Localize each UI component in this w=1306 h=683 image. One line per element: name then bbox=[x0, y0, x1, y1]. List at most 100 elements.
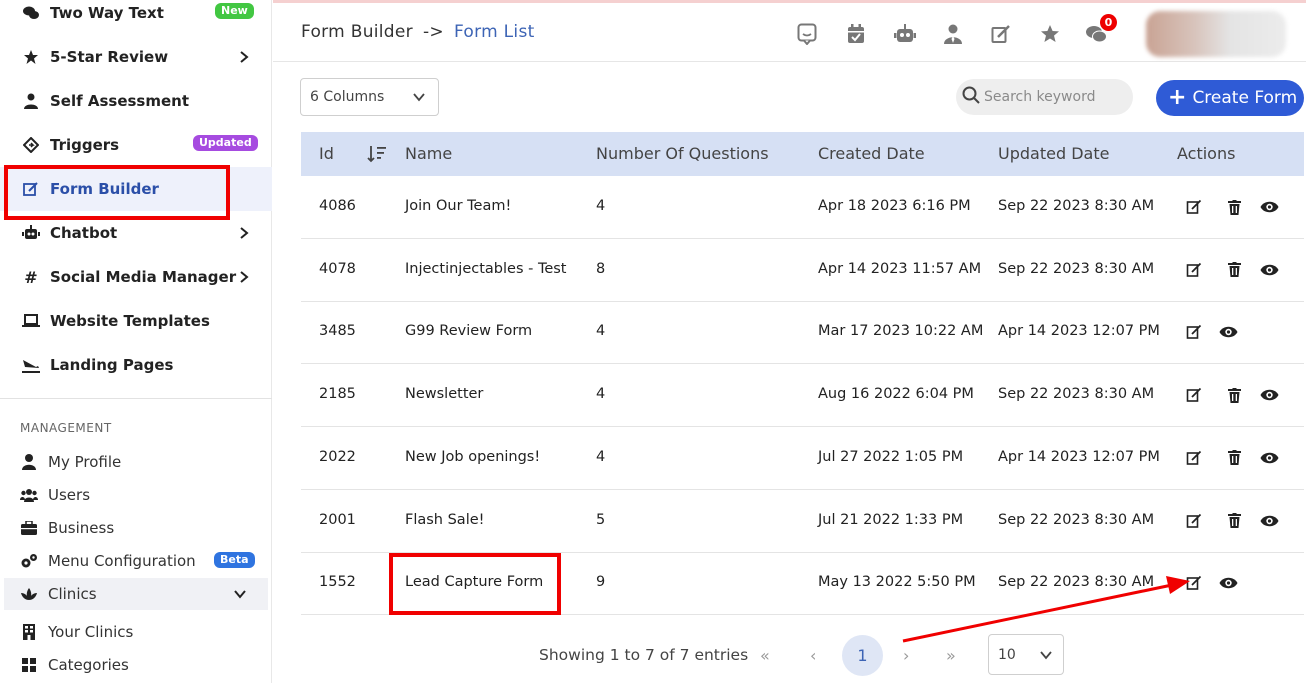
cell-updated: Apr 14 2023 12:07 PM bbox=[998, 448, 1160, 465]
first-page-icon[interactable]: « bbox=[760, 646, 770, 665]
edit-icon[interactable] bbox=[990, 23, 1012, 45]
prev-page-icon[interactable]: ‹ bbox=[810, 646, 816, 665]
eye-icon[interactable] bbox=[1218, 574, 1238, 592]
sidebar-item-label: Website Templates bbox=[50, 312, 210, 330]
cell-updated: Sep 22 2023 8:30 AM bbox=[998, 198, 1155, 214]
cell-id: 1552 bbox=[319, 574, 356, 591]
laptop-icon bbox=[20, 312, 42, 330]
columns-select[interactable]: 6 Columns bbox=[300, 78, 439, 116]
diamond-arrow-icon bbox=[20, 136, 42, 154]
sidebar-item-label: Clinics bbox=[48, 585, 97, 603]
table-header: Id Name Number Of Questions Created Date… bbox=[301, 132, 1304, 176]
sidebar-item-label: Menu Configuration bbox=[48, 552, 196, 570]
eye-icon[interactable] bbox=[1259, 386, 1279, 404]
calendar-check-icon[interactable] bbox=[845, 23, 867, 45]
sidebar-item-label: Categories bbox=[48, 656, 129, 674]
sidebar-item-label: Self Assessment bbox=[50, 92, 190, 110]
edit-icon[interactable] bbox=[1185, 261, 1203, 279]
next-page-icon[interactable]: › bbox=[903, 646, 909, 665]
robot-icon[interactable] bbox=[894, 23, 916, 45]
cell-name: Join Our Team! bbox=[405, 198, 512, 214]
cell-questions: 4 bbox=[596, 323, 606, 340]
updated-badge: Updated bbox=[193, 135, 258, 151]
notification-badge: 0 bbox=[1100, 14, 1117, 31]
beta-badge: Beta bbox=[214, 552, 255, 568]
trash-icon[interactable] bbox=[1225, 449, 1243, 467]
sidebar: Two Way Text New 5-Star Review Self Asse… bbox=[0, 0, 272, 683]
sidebar-item-business[interactable]: Business bbox=[0, 512, 272, 544]
sidebar-item-your-clinics[interactable]: Your Clinics bbox=[0, 616, 272, 648]
edit-icon[interactable] bbox=[1185, 386, 1203, 404]
trash-icon[interactable] bbox=[1225, 386, 1243, 404]
column-header-id[interactable]: Id bbox=[319, 144, 334, 163]
search-input[interactable] bbox=[984, 89, 1124, 105]
cell-id: 3485 bbox=[319, 323, 356, 340]
grid-icon bbox=[20, 657, 38, 673]
breadcrumb-parent[interactable]: Form Builder bbox=[301, 22, 413, 42]
sidebar-item-landing-pages[interactable]: Landing Pages bbox=[0, 343, 272, 387]
lotus-icon bbox=[20, 586, 38, 602]
user-tie-icon[interactable] bbox=[942, 23, 964, 45]
eye-icon[interactable] bbox=[1259, 449, 1279, 467]
breadcrumb-current: Form List bbox=[453, 22, 535, 42]
page-size-select[interactable]: 10 bbox=[988, 634, 1064, 675]
cell-id: 4086 bbox=[319, 198, 356, 214]
sidebar-item-label: 5-Star Review bbox=[50, 48, 169, 66]
sidebar-item-categories[interactable]: Categories bbox=[0, 649, 272, 681]
hashtag-icon: # bbox=[24, 267, 38, 287]
user-tie-icon bbox=[20, 92, 42, 110]
column-header-created[interactable]: Created Date bbox=[818, 144, 925, 163]
sidebar-item-label: Two Way Text bbox=[50, 4, 164, 22]
chevron-right-icon bbox=[236, 49, 252, 65]
cell-created: Apr 18 2023 6:16 PM bbox=[818, 198, 971, 214]
user-avatar[interactable] bbox=[1146, 11, 1286, 57]
edit-icon[interactable] bbox=[1185, 512, 1203, 530]
sidebar-item-clinics[interactable]: Clinics bbox=[4, 578, 268, 610]
edit-icon[interactable] bbox=[1185, 449, 1203, 467]
sidebar-item-label: Landing Pages bbox=[50, 356, 174, 374]
eye-icon[interactable] bbox=[1259, 198, 1279, 216]
eye-icon[interactable] bbox=[1259, 512, 1279, 530]
sort-icon[interactable] bbox=[367, 145, 387, 167]
edit-icon[interactable] bbox=[1185, 198, 1203, 216]
column-header-name[interactable]: Name bbox=[405, 144, 452, 163]
sidebar-item-users[interactable]: Users bbox=[0, 479, 272, 511]
sidebar-item-5-star-review[interactable]: 5-Star Review bbox=[0, 35, 272, 79]
column-header-questions[interactable]: Number Of Questions bbox=[596, 144, 769, 163]
trash-icon[interactable] bbox=[1225, 261, 1243, 279]
sidebar-item-website-templates[interactable]: Website Templates bbox=[0, 299, 272, 343]
table-row: 2001 Flash Sale! 5 Jul 21 2022 1:33 PM Sep 2… bbox=[301, 490, 1304, 553]
trash-icon[interactable] bbox=[1225, 198, 1243, 216]
chevron-down-icon bbox=[232, 586, 248, 606]
create-form-label: Create Form bbox=[1192, 88, 1298, 108]
star-gear-icon bbox=[20, 48, 42, 66]
top-bar: Form Builder -> Form List 0 bbox=[273, 0, 1306, 62]
sidebar-item-my-profile[interactable]: My Profile bbox=[0, 446, 272, 478]
table-row: 3485 G99 Review Form 4 Mar 17 2023 10:22 AM… bbox=[301, 301, 1304, 365]
chevron-right-icon bbox=[236, 225, 252, 241]
last-page-icon[interactable]: » bbox=[946, 646, 956, 665]
management-section-title: MANAGEMENT bbox=[20, 421, 112, 435]
sidebar-item-social-media-manager[interactable]: # Social Media Manager bbox=[0, 255, 272, 299]
chat-bubbles-icon bbox=[20, 4, 42, 22]
building-icon bbox=[20, 624, 38, 640]
message-icon[interactable] bbox=[796, 23, 818, 45]
sidebar-item-self-assessment[interactable]: Self Assessment bbox=[0, 79, 272, 123]
table-row: 2185 Newsletter 4 Aug 16 2022 6:04 PM Sep 22… bbox=[301, 364, 1304, 428]
page-button-current[interactable]: 1 bbox=[842, 635, 883, 676]
column-header-updated[interactable]: Updated Date bbox=[998, 144, 1109, 163]
sidebar-item-label: Chatbot bbox=[50, 224, 118, 242]
cell-created: Apr 14 2023 11:57 AM bbox=[818, 260, 982, 277]
edit-icon[interactable] bbox=[1185, 323, 1203, 341]
breadcrumb: Form Builder -> Form List bbox=[301, 22, 535, 42]
page-size-value: 10 bbox=[998, 646, 1016, 663]
eye-icon[interactable] bbox=[1259, 261, 1279, 279]
cell-id: 2001 bbox=[319, 511, 356, 528]
column-header-actions: Actions bbox=[1177, 144, 1236, 163]
trash-icon[interactable] bbox=[1225, 512, 1243, 530]
edit-icon[interactable] bbox=[1185, 574, 1203, 592]
create-form-button[interactable]: + Create Form bbox=[1156, 80, 1304, 116]
sidebar-item-label: Users bbox=[48, 486, 91, 504]
eye-icon[interactable] bbox=[1218, 323, 1238, 341]
star-icon[interactable] bbox=[1039, 23, 1061, 45]
